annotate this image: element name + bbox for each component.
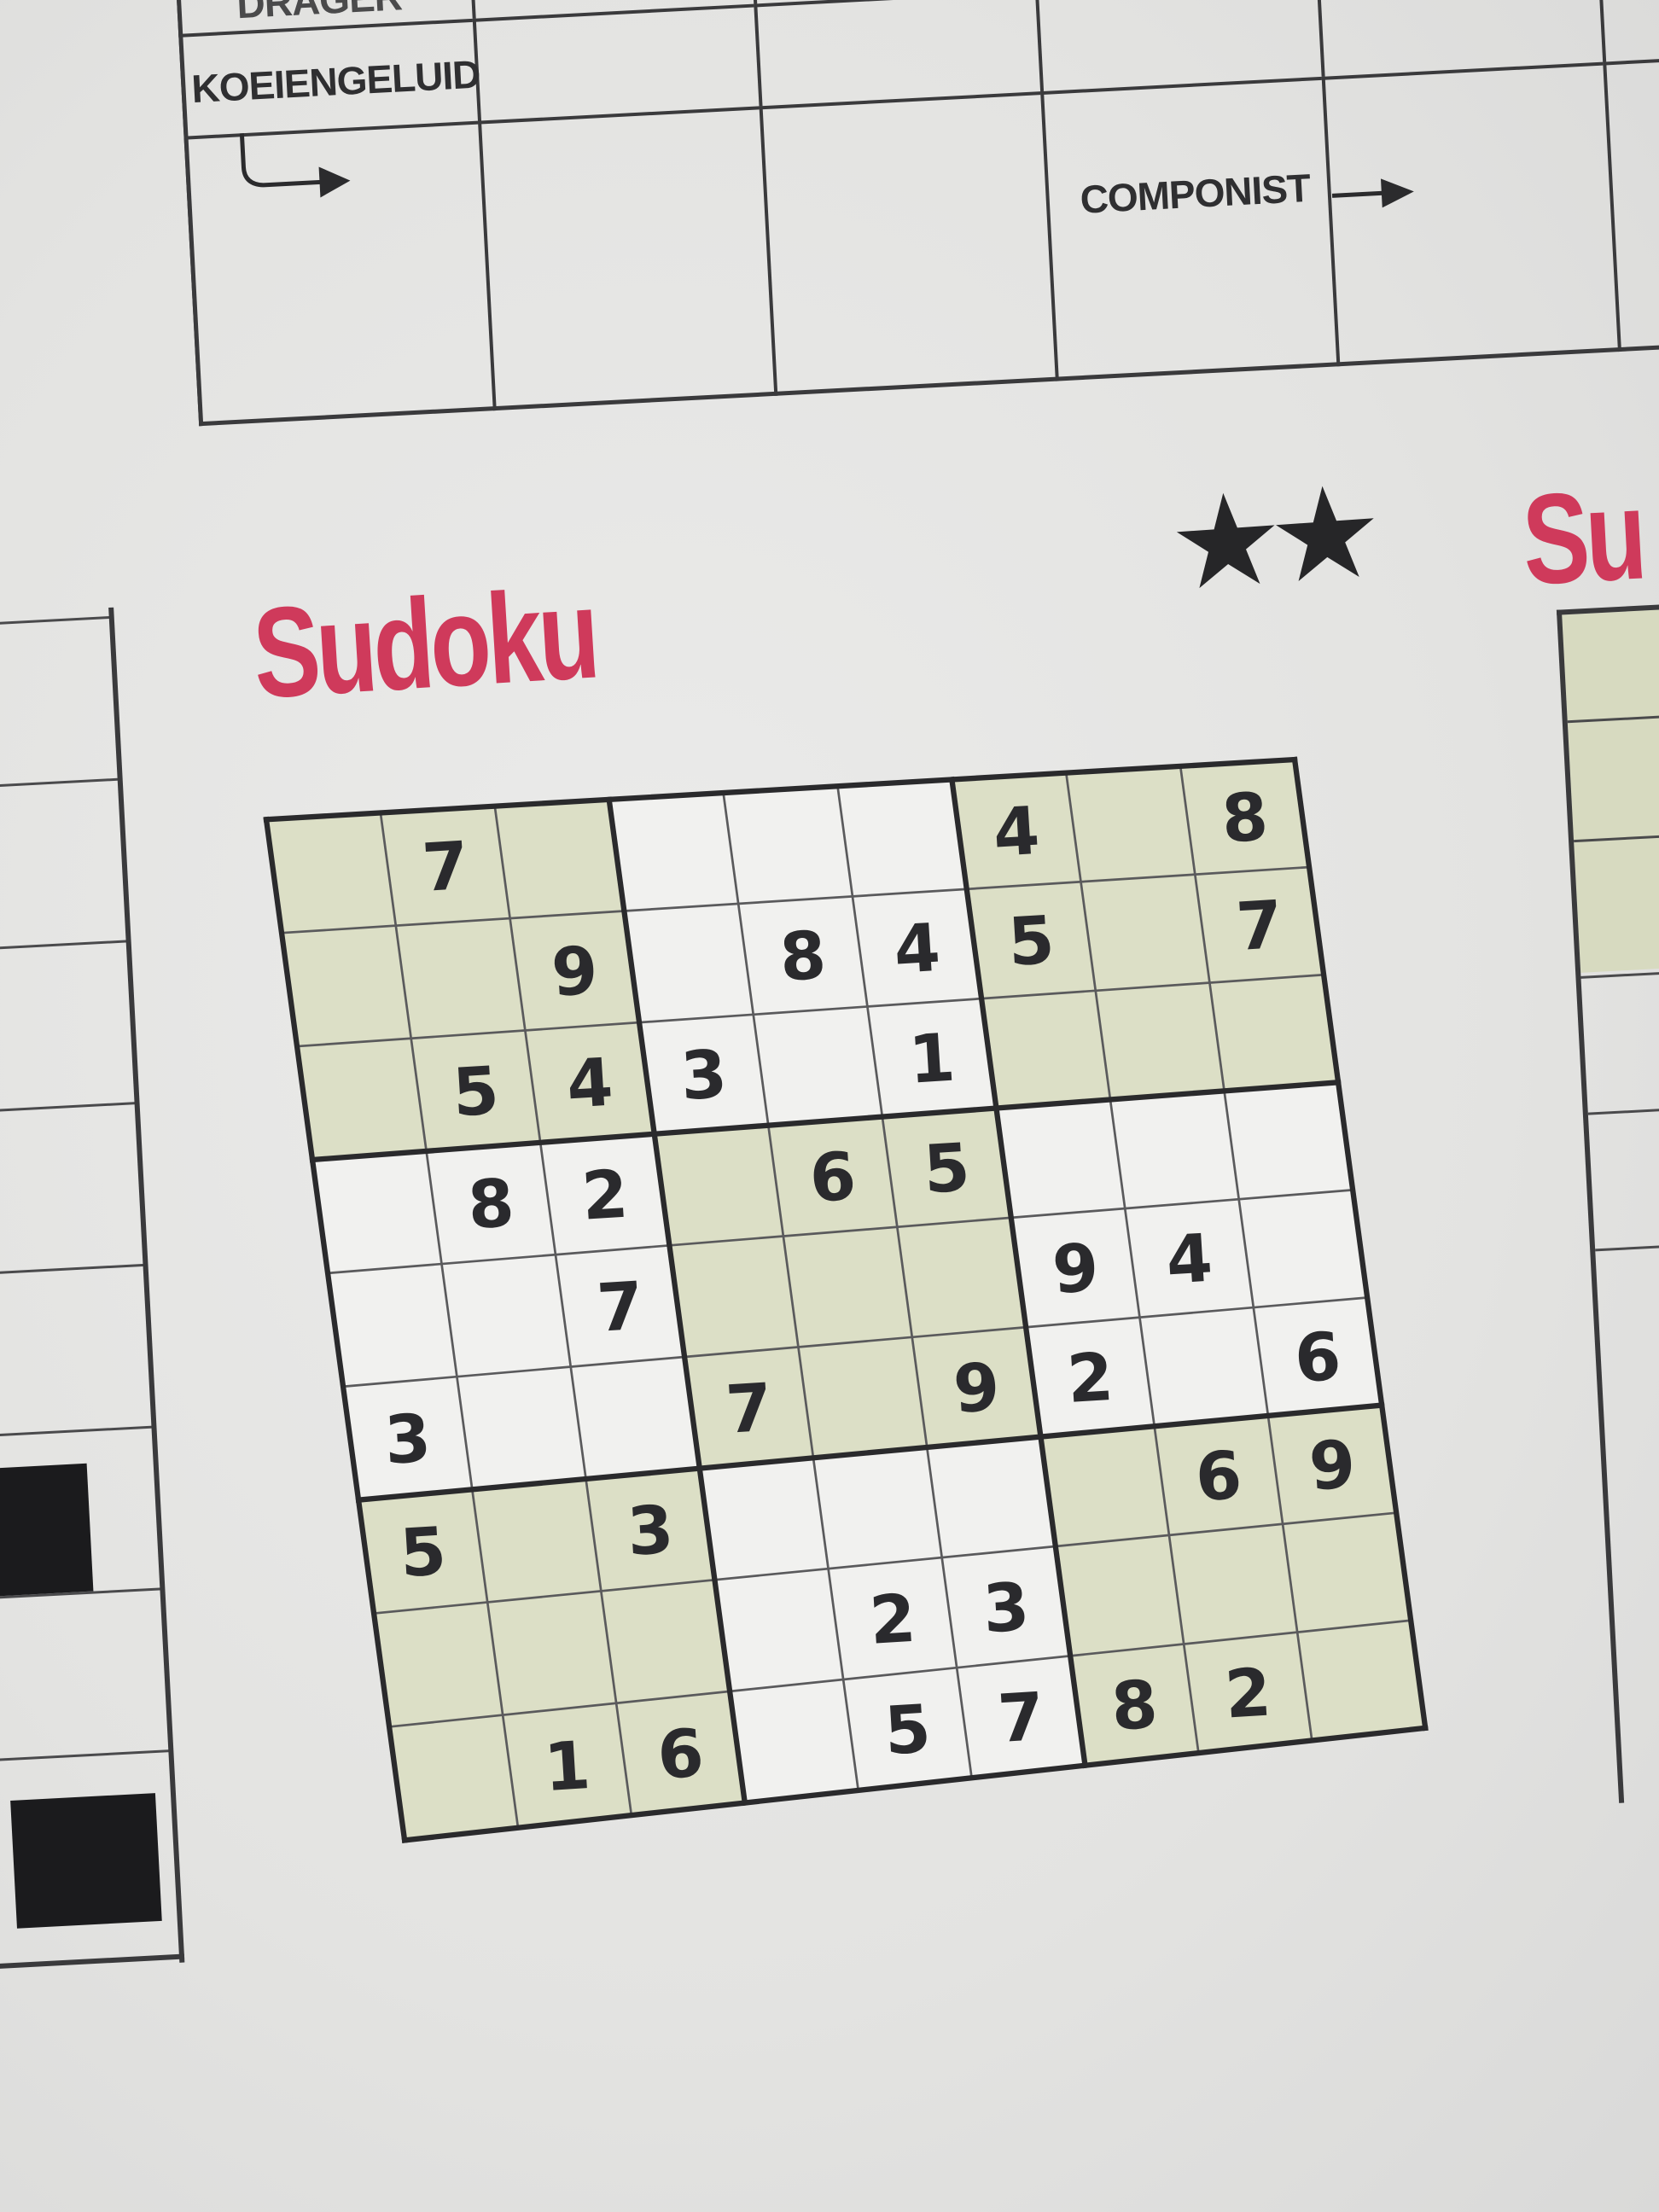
grid-border [108, 607, 185, 1963]
right-arrow-icon [1331, 178, 1414, 208]
grid-line [0, 615, 113, 630]
star-icon: ★ [1263, 457, 1373, 614]
sudoku-board: 748984575431826579437926536923165782 [263, 756, 1429, 1896]
given-digit: 9 [1051, 1230, 1101, 1309]
given-digit: 8 [1109, 1667, 1160, 1746]
given-digit: 7 [1234, 887, 1284, 966]
grid-line [0, 1425, 155, 1440]
given-digit: 3 [678, 1036, 729, 1115]
given-digit: 5 [922, 1129, 972, 1208]
given-digit: 5 [1006, 902, 1057, 981]
left-puzzle-fragment [0, 607, 189, 1970]
grid-line [0, 777, 121, 792]
given-digit: 6 [1292, 1318, 1342, 1398]
grid-line [0, 1263, 147, 1278]
given-digit: 4 [1164, 1220, 1214, 1300]
given-digit: 2 [579, 1156, 630, 1236]
given-digit: 6 [807, 1138, 858, 1218]
newspaper-photo: DRAGER KOEIENGELUID COMPONIST Su Sudoku … [0, 0, 1659, 2212]
grid-line [1587, 1098, 1659, 1115]
given-digit: 5 [451, 1052, 501, 1132]
crossword-cell [1034, 0, 1322, 92]
given-digit: 1 [542, 1727, 592, 1807]
difficulty-rating: ★★ [1164, 458, 1395, 620]
given-digit: 5 [398, 1513, 448, 1592]
given-digit: 7 [996, 1679, 1046, 1758]
sudoku-title: Sudoku [249, 561, 600, 725]
given-digit: 3 [382, 1400, 433, 1480]
given-digit: 3 [626, 1492, 676, 1571]
given-digit: 7 [724, 1370, 774, 1449]
given-digit: 1 [906, 1020, 957, 1099]
given-digit: 2 [867, 1580, 917, 1660]
given-digit: 9 [952, 1349, 1002, 1429]
crossword-cell [477, 106, 775, 411]
right-puzzle-fragment: Su [1519, 447, 1659, 1803]
bent-arrow-icon [239, 133, 351, 198]
given-digit: 2 [1223, 1655, 1273, 1734]
given-digit: 3 [981, 1569, 1031, 1648]
crossword-fragment: DRAGER KOEIENGELUID COMPONIST [175, 0, 1659, 427]
black-cell [10, 1793, 162, 1929]
crossword-cell [472, 3, 760, 121]
given-digit: 5 [882, 1691, 933, 1770]
given-digit: 9 [550, 933, 600, 1012]
right-puzzle-title: Su [1519, 462, 1646, 612]
given-digit: 8 [466, 1165, 516, 1244]
grid-line [1595, 1235, 1659, 1252]
grid-border [0, 1953, 185, 1970]
grid-line [0, 1102, 138, 1116]
given-digit: 7 [595, 1268, 645, 1348]
crossword-cell [754, 0, 1041, 107]
crossword-cell [759, 91, 1056, 396]
sudoku-puzzle: 748984575431826579437926536923165782 [263, 756, 1429, 1896]
crossword-clue-cell [1040, 76, 1337, 381]
given-digit: 4 [991, 793, 1041, 872]
given-digit: 4 [892, 910, 942, 989]
given-digit: 6 [1193, 1437, 1243, 1516]
black-cell [0, 1463, 94, 1597]
grid-line [0, 1749, 172, 1764]
sudoku-grid: 7 4 89 8 4 5 75 4 3 18 2 6 57 9 43 7 9 2 65 36 92 31 6 5 7 8 2 [263, 756, 1429, 1843]
given-digit: 4 [565, 1045, 615, 1124]
given-digit: 2 [1065, 1339, 1115, 1418]
given-digit: 6 [655, 1715, 706, 1795]
crossword-cell [1597, 0, 1659, 62]
given-digit: 8 [1220, 779, 1270, 859]
given-digit: 9 [1307, 1426, 1358, 1505]
given-digit: 7 [420, 828, 470, 907]
star-icon: ★ [1164, 464, 1274, 620]
given-digit: 8 [777, 917, 828, 997]
grid-line [0, 940, 130, 954]
